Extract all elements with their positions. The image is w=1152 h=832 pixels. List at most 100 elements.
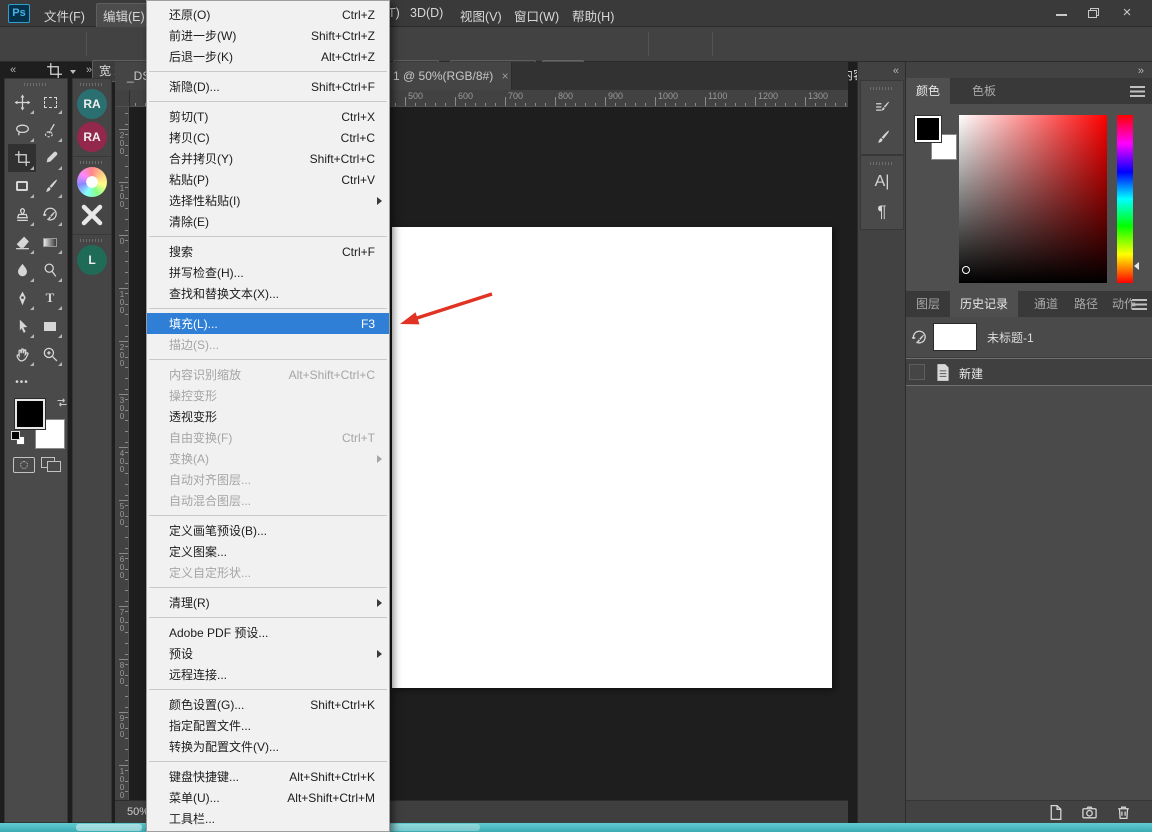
minimize-button[interactable] (1046, 0, 1076, 27)
hue-slider[interactable] (1117, 115, 1133, 283)
menubar-window[interactable]: 窗口(W) (514, 6, 559, 25)
collapse-dock-icon[interactable]: « (893, 65, 899, 77)
menubar-help[interactable]: 帮助(H) (572, 6, 614, 25)
expand-dock-icon[interactable]: » (86, 64, 92, 76)
menu-item[interactable]: 前进一步(W)Shift+Ctrl+Z (147, 25, 389, 46)
menu-item[interactable]: 内容识别缩放Alt+Shift+Ctrl+C (147, 364, 389, 385)
tool-history-brush[interactable] (36, 200, 64, 228)
menu-item[interactable]: 清理(R) (147, 592, 389, 613)
document-tab-active[interactable]: 1 @ 50%(RGB/8#) × (390, 62, 512, 90)
menu-item[interactable]: 合并拷贝(Y)Shift+Ctrl+C (147, 148, 389, 169)
tool-ellipsis[interactable]: ••• (8, 368, 36, 396)
menu-item[interactable]: 描边(S)... (147, 334, 389, 355)
panel-grip[interactable] (80, 161, 104, 164)
history-source-well[interactable] (909, 364, 925, 380)
tab-history[interactable]: 历史记录 (950, 291, 1018, 317)
menu-item[interactable]: 自动混合图层... (147, 490, 389, 511)
tool-stamp[interactable] (8, 200, 36, 228)
tool-dodge[interactable] (36, 256, 64, 284)
tool-hand[interactable] (8, 340, 36, 368)
menu-item[interactable]: 工具栏... (147, 808, 389, 829)
tool-brush[interactable] (36, 172, 64, 200)
tool-rect-shape[interactable] (36, 312, 64, 340)
swap-colors-icon[interactable] (55, 395, 69, 413)
tool-blur[interactable] (8, 256, 36, 284)
brush-settings-panel-icon[interactable] (861, 92, 903, 122)
tool-move[interactable] (8, 88, 36, 116)
menu-item[interactable]: 选择性粘贴(I) (147, 190, 389, 211)
chevron-down-icon[interactable] (70, 70, 76, 74)
paragraph-panel-icon[interactable]: ¶ (861, 197, 903, 227)
tool-marquee[interactable] (36, 88, 64, 116)
tool-crop[interactable] (8, 144, 36, 172)
history-state-row-selected[interactable]: 新建 (906, 358, 1152, 386)
menu-item[interactable]: 定义自定形状... (147, 562, 389, 583)
character-panel-icon[interactable]: A| (861, 167, 903, 197)
color-saturation-field[interactable] (959, 115, 1107, 283)
menu-item[interactable]: 操控变形 (147, 385, 389, 406)
menubar-3d[interactable]: 3D(D) (410, 6, 443, 20)
menu-item[interactable]: 远程连接... (147, 664, 389, 685)
default-colors-icon[interactable] (11, 431, 20, 440)
crossed-brushes-icon[interactable] (77, 200, 107, 230)
close-button[interactable]: × (1112, 0, 1142, 27)
menubar-file[interactable]: 文件(F) (44, 6, 85, 25)
panel-grip[interactable] (24, 83, 48, 86)
dock-badge-ra[interactable]: RA (77, 89, 107, 119)
tool-eraser[interactable] (8, 228, 36, 256)
tab-color[interactable]: 颜色 (906, 78, 950, 104)
color-picker-cursor[interactable] (962, 266, 970, 274)
menu-item[interactable]: 预设 (147, 643, 389, 664)
color-wheel-icon[interactable] (77, 167, 107, 197)
menu-item[interactable]: 变换(A) (147, 448, 389, 469)
document-canvas[interactable] (392, 227, 832, 688)
tool-eyedropper[interactable] (36, 144, 64, 172)
tab-channels[interactable]: 通道 (1024, 291, 1068, 317)
color-fg-swatch[interactable] (915, 116, 941, 142)
menu-item[interactable]: 剪切(T)Ctrl+X (147, 106, 389, 127)
menu-item[interactable]: 后退一步(K)Alt+Ctrl+Z (147, 46, 389, 67)
tool-zoom[interactable] (36, 340, 64, 368)
menu-item[interactable]: 键盘快捷键...Alt+Shift+Ctrl+K (147, 766, 389, 787)
collapse-panels-icon[interactable]: » (1138, 65, 1144, 77)
menu-item[interactable]: 填充(L)...F3 (147, 313, 389, 334)
tool-pen[interactable] (8, 284, 36, 312)
snapshot-thumbnail[interactable] (933, 323, 977, 351)
tool-patch[interactable] (8, 172, 36, 200)
dock-badge-l[interactable]: L (77, 245, 107, 275)
menu-item[interactable]: 粘贴(P)Ctrl+V (147, 169, 389, 190)
menu-item[interactable]: 拷贝(C)Ctrl+C (147, 127, 389, 148)
collapse-tools-icon[interactable]: « (10, 64, 16, 76)
tool-gradient[interactable] (36, 228, 64, 256)
taskbar-button[interactable] (76, 824, 142, 831)
panel-menu-icon[interactable] (1130, 86, 1145, 97)
menu-item[interactable]: 自由变换(F)Ctrl+T (147, 427, 389, 448)
screen-mode-button[interactable] (41, 457, 63, 473)
menu-item[interactable]: 菜单(U)...Alt+Shift+Ctrl+M (147, 787, 389, 808)
menubar-view[interactable]: 视图(V) (460, 6, 502, 25)
menu-item[interactable]: 还原(O)Ctrl+Z (147, 4, 389, 25)
menu-item[interactable]: 搜索Ctrl+F (147, 241, 389, 262)
menu-item[interactable]: 定义图案... (147, 541, 389, 562)
menu-item[interactable]: 透视变形 (147, 406, 389, 427)
menu-item[interactable]: 清除(E) (147, 211, 389, 232)
tab-layers[interactable]: 图层 (906, 291, 950, 317)
tool-type[interactable]: T (36, 284, 64, 312)
menu-item[interactable]: 定义画笔预设(B)... (147, 520, 389, 541)
taskbar-button[interactable] (388, 824, 480, 831)
menubar-edit[interactable]: 编辑(E) (96, 3, 152, 28)
history-brush-source-icon[interactable] (911, 329, 928, 351)
tool-path-select[interactable] (8, 312, 36, 340)
panel-grip[interactable] (80, 239, 104, 242)
menu-item[interactable]: 颜色设置(G)...Shift+Ctrl+K (147, 694, 389, 715)
close-tab-icon[interactable]: × (502, 69, 509, 83)
tab-swatches[interactable]: 色板 (962, 78, 1006, 104)
ruler-vertical[interactable]: 2001000100200300400500600700800900100011… (115, 107, 129, 800)
ruler-corner[interactable] (115, 90, 130, 107)
quick-mask-button[interactable] (13, 457, 35, 473)
menu-item[interactable]: Adobe PDF 预设... (147, 622, 389, 643)
menu-item[interactable]: 自动对齐图层... (147, 469, 389, 490)
dock-badge-ra[interactable]: RA (77, 122, 107, 152)
brushes-panel-icon[interactable] (861, 122, 903, 152)
menu-item[interactable]: 转换为配置文件(V)... (147, 736, 389, 757)
